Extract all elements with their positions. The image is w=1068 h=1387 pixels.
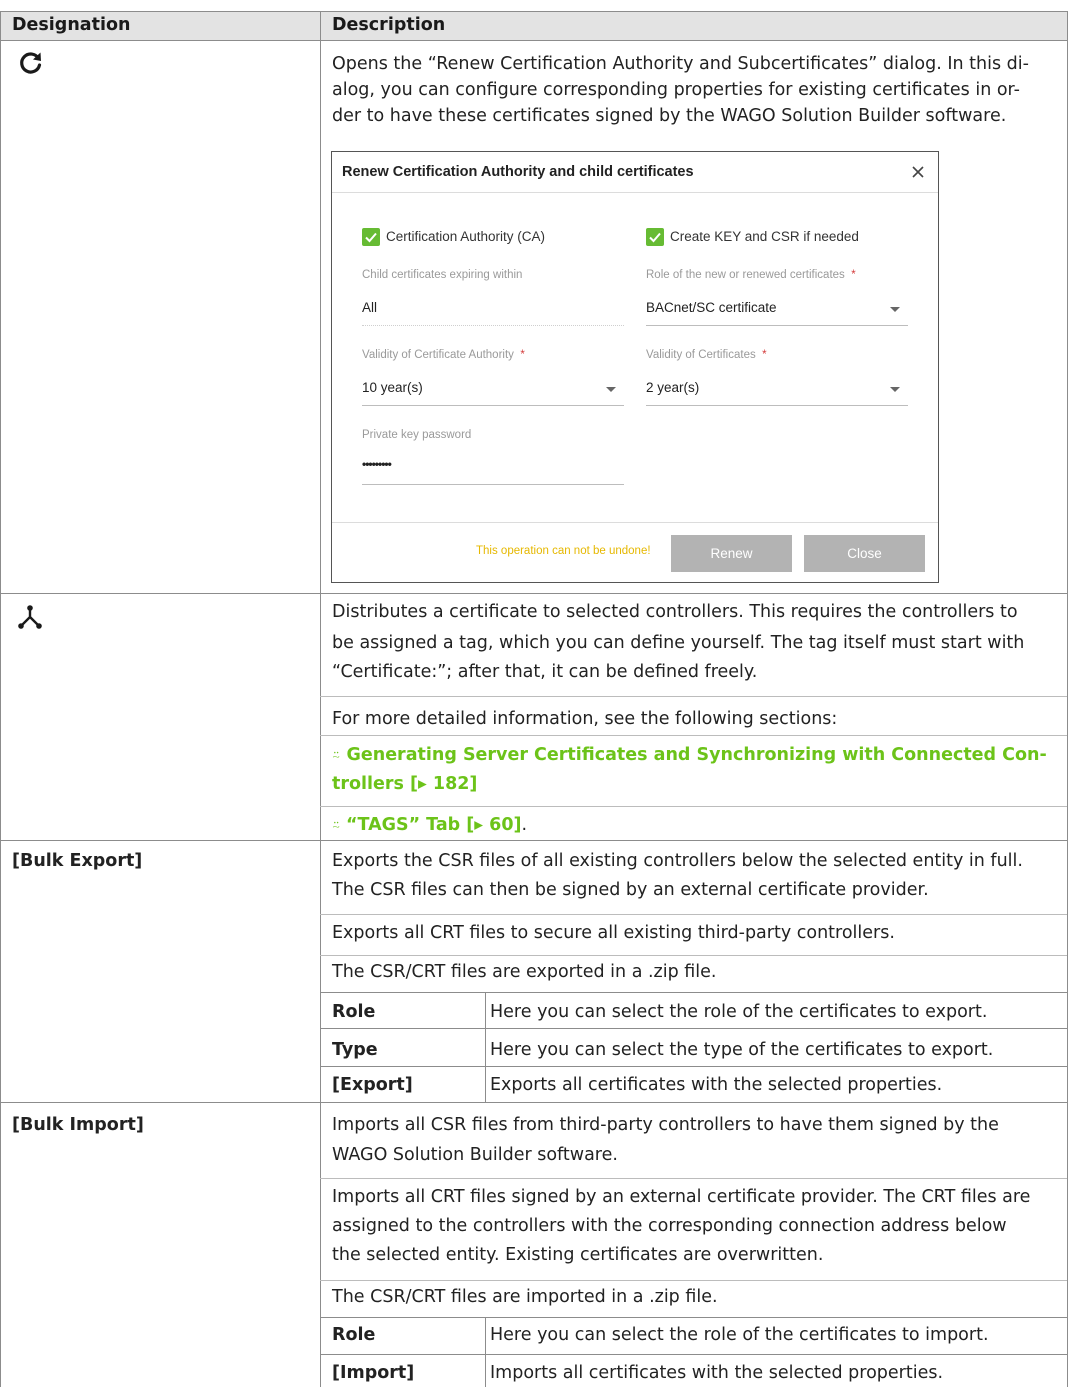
link-generating-server-certificates[interactable]: ⍨ Generating Server Certificates and Syn… — [332, 742, 1047, 769]
sub-desc-role-import: Here you can select the role of the cert… — [490, 1325, 989, 1345]
link-icon: ⍨ — [332, 748, 341, 764]
field-underline — [646, 325, 908, 326]
distribute-icon — [17, 604, 43, 630]
link-icon: ⍨ — [332, 818, 341, 834]
row1-line3: der to have these certificates signed by… — [332, 106, 1007, 126]
grid-line — [0, 840, 1068, 841]
row4-p2-line1: Imports all CRT files signed by an exter… — [332, 1187, 1031, 1207]
row4-line2: WAGO Solution Builder software. — [332, 1145, 618, 1165]
sub-desc-import: Imports all certificates with the select… — [490, 1363, 944, 1383]
validity-ca-select[interactable]: 10 year(s) — [362, 380, 423, 395]
validity-cert-label: Validity of Certificates * — [646, 349, 767, 361]
row4-p2-line3: the selected entity. Existing certificat… — [332, 1245, 824, 1265]
renew-dialog: Renew Certification Authority and child … — [331, 151, 939, 583]
row3-line1: Exports the CSR files of all existing co… — [332, 851, 1023, 871]
header-description: Description — [332, 15, 446, 35]
child-certificates-field[interactable]: All — [362, 300, 377, 315]
grid-line — [320, 11, 321, 1387]
private-key-label: Private key password — [362, 429, 472, 441]
paragraph-divider — [320, 735, 1067, 736]
warning-text: This operation can not be undone! — [476, 545, 651, 557]
row4-p2-line2: assigned to the controllers with the cor… — [332, 1216, 1007, 1236]
renew-button[interactable]: Renew — [671, 535, 792, 572]
subtable-line — [320, 1317, 1067, 1318]
child-certificates-label: Child certificates expiring within — [362, 269, 523, 281]
role-select[interactable]: BACnet/SC certificate — [646, 300, 777, 315]
row2-line1: Distributes a certificate to selected co… — [332, 602, 1018, 622]
grid-line — [0, 11, 1, 1387]
ca-checkbox[interactable] — [362, 228, 380, 246]
paragraph-divider — [320, 914, 1067, 915]
dialog-divider — [332, 192, 938, 193]
chevron-down-icon[interactable] — [606, 387, 616, 392]
sub-desc-type: Here you can select the type of the cert… — [490, 1040, 994, 1060]
chevron-down-icon[interactable] — [890, 307, 900, 312]
paragraph-divider — [320, 806, 1067, 807]
row4-line1: Imports all CSR files from third-party c… — [332, 1115, 999, 1135]
row2-intro: For more detailed information, see the f… — [332, 709, 838, 729]
subtable-line — [320, 1028, 1067, 1029]
table-header — [0, 11, 1068, 40]
field-underline — [362, 405, 624, 406]
sub-term-role: Role — [332, 1002, 376, 1022]
validity-cert-select[interactable]: 2 year(s) — [646, 380, 699, 395]
row1-line2: alog, you can configure corresponding pr… — [332, 80, 1020, 100]
refresh-icon — [18, 50, 44, 76]
field-underline — [646, 405, 908, 406]
subtable-line — [485, 1317, 486, 1387]
grid-line — [0, 1102, 1068, 1103]
link-tags-tab-line: ⍨ “TAGS” Tab [▸ 60]. — [332, 815, 528, 835]
sub-desc-role: Here you can select the role of the cert… — [490, 1002, 988, 1022]
paragraph-divider — [320, 1178, 1067, 1179]
subtable-line — [320, 1066, 1067, 1067]
close-icon[interactable] — [910, 164, 926, 180]
row2-line3: “Certificate:”; after that, it can be de… — [332, 662, 758, 682]
row1-line1: Opens the “Renew Certification Authority… — [332, 54, 1029, 74]
subtable-line — [485, 992, 486, 1102]
link-generating-server-certificates-cont[interactable]: trollers [▸ 182] — [332, 771, 477, 797]
sub-term-type: Type — [332, 1040, 378, 1060]
row2-line2: be assigned a tag, which you can define … — [332, 633, 1025, 653]
chevron-down-icon[interactable] — [890, 387, 900, 392]
field-underline — [362, 325, 624, 326]
ca-checkbox-label: Certification Authority (CA) — [386, 229, 546, 244]
subtable-line — [320, 1354, 1067, 1355]
grid-line — [0, 593, 1068, 594]
sub-term-role-import: Role — [332, 1325, 376, 1345]
sub-term-export: [Export] — [332, 1075, 413, 1095]
paragraph-divider — [320, 1280, 1067, 1281]
paragraph-divider — [320, 955, 1067, 956]
designation-bulk-import: [Bulk Import] — [12, 1115, 144, 1135]
dialog-title: Renew Certification Authority and child … — [342, 164, 694, 180]
paragraph-divider — [320, 696, 1067, 697]
close-button[interactable]: Close — [804, 535, 925, 572]
row4-p3: The CSR/CRT files are imported in a .zip… — [332, 1287, 718, 1307]
sub-term-import: [Import] — [332, 1363, 415, 1383]
row3-p2: Exports all CRT files to secure all exis… — [332, 923, 895, 943]
grid-line — [0, 40, 1068, 41]
role-label: Role of the new or renewed certificates … — [646, 269, 856, 281]
dialog-divider — [332, 522, 938, 523]
designation-bulk-export: [Bulk Export] — [12, 851, 143, 871]
sub-desc-export: Exports all certificates with the select… — [490, 1075, 943, 1095]
grid-line — [0, 11, 1068, 12]
private-key-field[interactable]: ••••••••• — [362, 457, 392, 471]
link-tags-tab[interactable]: “TAGS” Tab [▸ 60] — [346, 815, 522, 835]
field-underline — [362, 484, 624, 485]
header-designation: Designation — [12, 15, 131, 35]
row3-p3: The CSR/CRT files are exported in a .zip… — [332, 962, 717, 982]
create-key-checkbox[interactable] — [646, 228, 664, 246]
validity-ca-label: Validity of Certificate Authority * — [362, 349, 525, 361]
create-key-checkbox-label: Create KEY and CSR if needed — [670, 229, 859, 244]
subtable-line — [320, 992, 1067, 993]
row3-line2: The CSR files can then be signed by an e… — [332, 880, 929, 900]
